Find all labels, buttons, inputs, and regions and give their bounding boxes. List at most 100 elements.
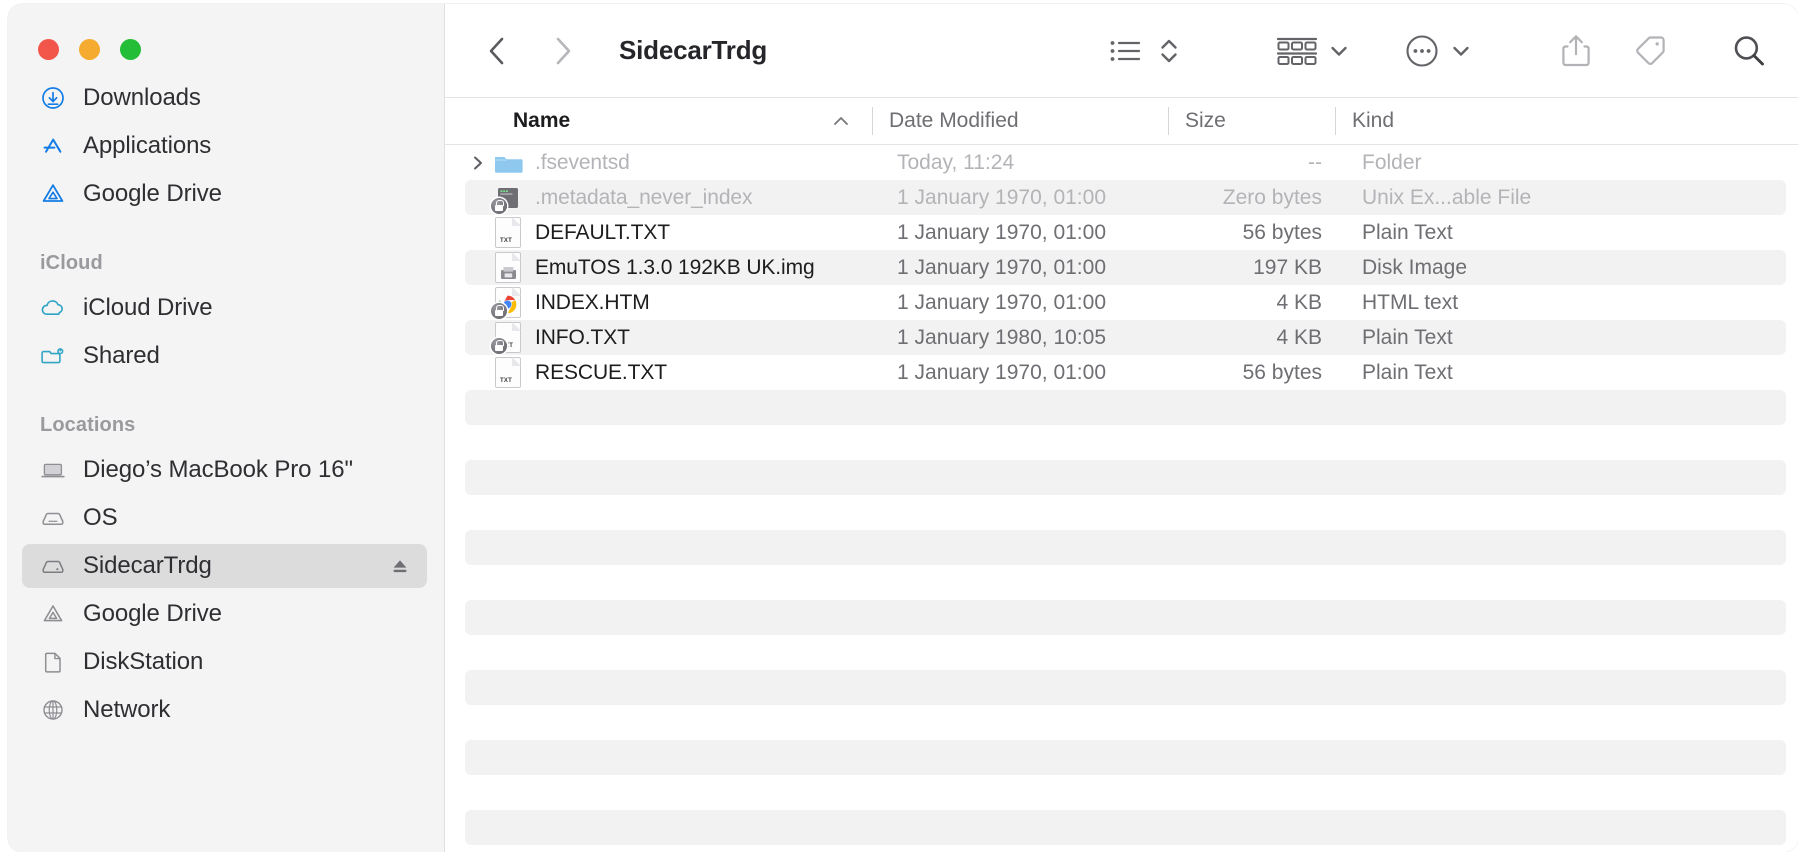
- sort-order-button[interactable]: [1156, 26, 1182, 76]
- column-header-kind[interactable]: Kind: [1336, 98, 1798, 144]
- sidebar-item-sidecartrdg[interactable]: SidecarTrdg: [22, 544, 427, 588]
- lock-badge-icon: [491, 302, 507, 319]
- sidebar-item-label: Google Drive: [83, 600, 222, 627]
- document-icon: [38, 649, 68, 675]
- column-header-label: Kind: [1352, 109, 1395, 132]
- file-name: EmuTOS 1.3.0 192KB UK.img: [535, 255, 815, 279]
- sidebar-item-os[interactable]: OS: [22, 496, 427, 540]
- file-kind: Plain Text: [1362, 360, 1453, 384]
- forward-button[interactable]: [537, 26, 587, 76]
- column-header-date-modified[interactable]: Date Modified: [873, 98, 1169, 144]
- disclosure-triangle-icon[interactable]: [465, 154, 491, 172]
- file-name-cell: EmuTOS 1.3.0 192KB UK.img: [465, 252, 881, 283]
- column-header-name[interactable]: Name: [445, 98, 873, 144]
- file-name: RESCUE.TXT: [535, 360, 668, 384]
- finder-window: Downloads Applications Google Drive iClo…: [8, 4, 1798, 852]
- table-row[interactable]: EmuTOS 1.3.0 192KB UK.img 1 January 1970…: [465, 250, 1786, 285]
- sidebar-item-label: Google Drive: [83, 180, 222, 207]
- sidebar-item-google-drive-location[interactable]: Google Drive: [22, 592, 427, 636]
- chrome-html-icon: [491, 287, 523, 319]
- lock-badge-icon: [491, 337, 507, 354]
- table-row[interactable]: TXT RESCUE.TXT 1 January 1970, 01:00 56 …: [465, 355, 1786, 390]
- share-button[interactable]: [1558, 26, 1594, 76]
- close-button[interactable]: [38, 39, 59, 60]
- table-row[interactable]: .metadata_never_index 1 January 1970, 01…: [465, 180, 1786, 215]
- sidebar-section-favorites: Downloads Applications Google Drive: [8, 76, 444, 216]
- group-by-button[interactable]: [1274, 26, 1320, 76]
- sidebar-item-google-drive-favorite[interactable]: Google Drive: [22, 172, 427, 216]
- sidebar-item-label: Network: [83, 696, 171, 723]
- txt-file-icon: TXT: [493, 217, 523, 248]
- back-button[interactable]: [473, 26, 523, 76]
- laptop-icon: [38, 457, 68, 483]
- sidebar-item-network[interactable]: Network: [22, 688, 427, 732]
- sidebar-item-downloads[interactable]: Downloads: [22, 76, 427, 120]
- empty-row[interactable]: [465, 390, 1786, 425]
- applications-icon: [38, 133, 68, 159]
- empty-row[interactable]: [465, 670, 1786, 705]
- file-list[interactable]: .fseventsd Today, 11:24 -- Folder .metad…: [445, 145, 1798, 852]
- tags-button[interactable]: [1630, 26, 1670, 76]
- sidebar-section-header-icloud: iCloud: [40, 252, 103, 274]
- file-name-cell: TXT DEFAULT.TXT: [465, 217, 881, 248]
- sidebar-item-applications[interactable]: Applications: [22, 124, 427, 168]
- table-row[interactable]: .fseventsd Today, 11:24 -- Folder: [465, 145, 1786, 180]
- empty-row[interactable]: [465, 565, 1786, 600]
- file-size: --: [1308, 150, 1322, 174]
- file-size: 4 KB: [1276, 290, 1322, 314]
- file-name-cell: INDEX.HTM: [465, 287, 881, 319]
- file-size: 56 bytes: [1242, 360, 1322, 384]
- empty-row[interactable]: [465, 600, 1786, 635]
- table-row[interactable]: INDEX.HTM 1 January 1970, 01:00 4 KB HTM…: [465, 285, 1786, 320]
- empty-row[interactable]: [465, 495, 1786, 530]
- sidebar-item-label: Diego’s MacBook Pro 16": [83, 456, 353, 483]
- chevron-down-icon[interactable]: [1450, 40, 1472, 62]
- sidebar-item-label: Applications: [83, 132, 212, 159]
- column-header-label: Name: [513, 109, 571, 132]
- harddisk-icon: [38, 553, 68, 579]
- empty-row[interactable]: [465, 635, 1786, 670]
- file-date: 1 January 1970, 01:00: [897, 290, 1106, 314]
- sidebar-item-diskstation[interactable]: DiskStation: [22, 640, 427, 684]
- sidebar-item-icloud-drive[interactable]: iCloud Drive: [22, 286, 427, 330]
- empty-row[interactable]: [465, 705, 1786, 740]
- group-by-control[interactable]: [1274, 26, 1350, 76]
- empty-row[interactable]: [465, 530, 1786, 565]
- file-kind: Plain Text: [1362, 220, 1453, 244]
- cloud-icon: [38, 295, 68, 321]
- file-name-cell: .fseventsd: [465, 148, 881, 178]
- toolbar: SidecarTrdg: [445, 4, 1798, 97]
- empty-row[interactable]: [465, 775, 1786, 810]
- locked-txt-file-icon: XT: [491, 322, 523, 354]
- column-header-size[interactable]: Size: [1169, 98, 1336, 144]
- empty-row[interactable]: [465, 460, 1786, 495]
- maximize-button[interactable]: [120, 39, 141, 60]
- more-actions-control[interactable]: [1402, 26, 1472, 76]
- chevron-down-icon[interactable]: [1328, 40, 1350, 62]
- table-row[interactable]: TXT DEFAULT.TXT 1 January 1970, 01:00 56…: [465, 215, 1786, 250]
- search-button[interactable]: [1728, 26, 1770, 76]
- empty-row[interactable]: [465, 425, 1786, 460]
- sidebar-item-label: Downloads: [83, 84, 201, 111]
- empty-row[interactable]: [465, 740, 1786, 775]
- unix-executable-icon: [491, 183, 523, 214]
- google-drive-gray-icon: [38, 601, 68, 627]
- downloads-icon: [38, 85, 68, 111]
- sidebar-scroll-area[interactable]: Downloads Applications Google Drive iClo…: [8, 82, 444, 852]
- globe-icon: [38, 697, 68, 723]
- file-kind: Plain Text: [1362, 325, 1453, 349]
- list-view-button[interactable]: [1106, 26, 1146, 76]
- file-name: INDEX.HTM: [535, 290, 650, 314]
- sidebar-item-shared[interactable]: Shared: [22, 334, 427, 378]
- sidebar-item-label: Shared: [83, 342, 160, 369]
- more-button[interactable]: [1402, 26, 1442, 76]
- minimize-button[interactable]: [79, 39, 100, 60]
- table-row[interactable]: XT INFO.TXT 1 January 1980, 10:05 4 KB P…: [465, 320, 1786, 355]
- column-header-label: Date Modified: [889, 109, 1019, 132]
- file-date: 1 January 1970, 01:00: [897, 220, 1106, 244]
- file-kind: Unix Ex...able File: [1362, 185, 1532, 209]
- eject-icon[interactable]: [387, 553, 413, 579]
- sidebar-item-macbook-pro[interactable]: Diego’s MacBook Pro 16": [22, 448, 427, 492]
- folder-icon: [493, 148, 523, 178]
- empty-row[interactable]: [465, 810, 1786, 845]
